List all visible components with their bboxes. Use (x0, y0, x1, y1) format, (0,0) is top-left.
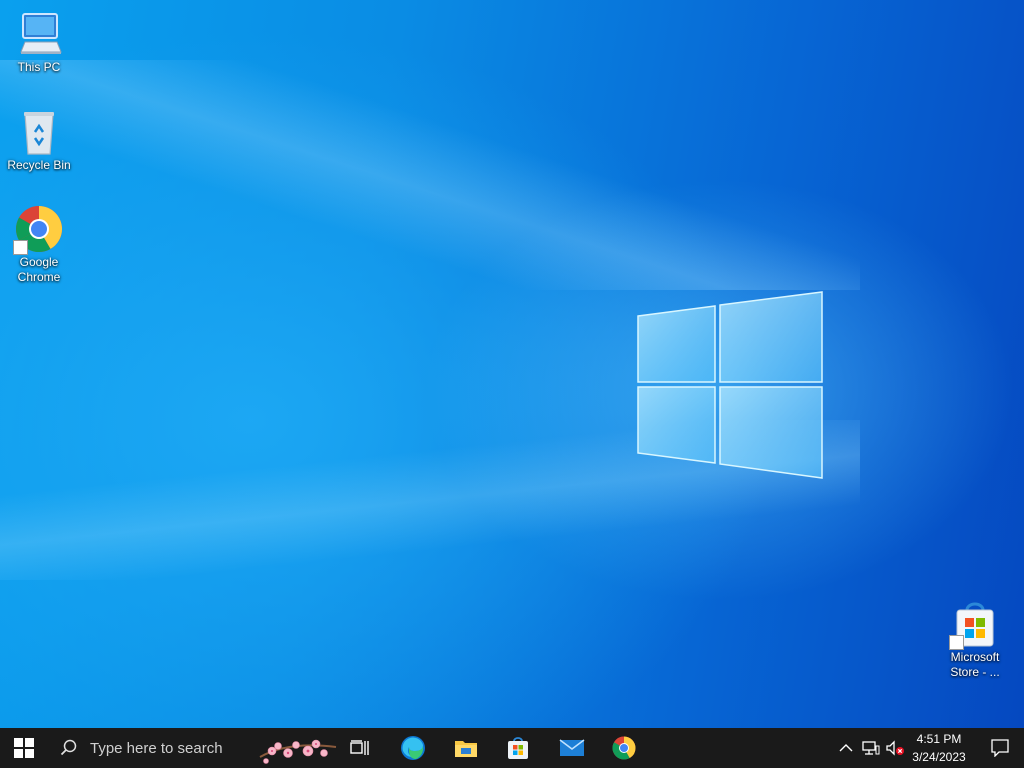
action-center-button[interactable] (980, 728, 1020, 768)
windows-logo-wallpaper (637, 291, 823, 479)
mail-icon (559, 739, 585, 756)
network-icon (862, 741, 880, 755)
search-highlight-button[interactable] (256, 728, 340, 768)
clock-date: 3/24/2023 (912, 750, 966, 764)
store-icon (949, 600, 999, 650)
cherry-blossom-icon (259, 739, 337, 764)
taskbar-clock[interactable]: 4:51 PM 3/24/2023 (900, 730, 978, 766)
desktop-icon-microsoft-store[interactable]: Microsoft Store - ... (937, 600, 1013, 680)
network-button[interactable] (860, 728, 882, 768)
chrome-icon (13, 205, 63, 255)
taskbar-app-chrome[interactable] (604, 728, 644, 768)
task-view-button[interactable] (344, 728, 376, 768)
taskbar-app-file-explorer[interactable] (446, 728, 486, 768)
chrome-icon (612, 736, 636, 760)
search-icon (60, 739, 77, 756)
search-placeholder: Type here to search (90, 739, 223, 757)
file-explorer-icon (455, 741, 477, 757)
clock-time: 4:51 PM (916, 732, 962, 746)
desktop-icon-recycle-bin[interactable]: Recycle Bin (1, 108, 77, 173)
desktop-icon-label: Google Chrome (17, 255, 61, 284)
desktop-icon-google-chrome[interactable]: Google Chrome (1, 205, 77, 285)
recycle-bin-icon (15, 108, 63, 156)
show-hidden-icons-button[interactable] (836, 728, 856, 768)
shortcut-arrow-icon (949, 635, 964, 650)
desktop-icon-label: Microsoft Store - ... (950, 650, 1000, 679)
light-beam (0, 60, 860, 290)
desktop[interactable]: This PC Recycle Bin Google Chrome Micros… (0, 0, 1024, 728)
taskbar-app-mail[interactable] (552, 728, 592, 768)
start-button[interactable] (0, 728, 48, 768)
task-view-icon (350, 740, 369, 755)
desktop-icon-label: Recycle Bin (7, 158, 71, 172)
taskbar: Type here to search 4:51 PM 3/24/2023 (0, 728, 1024, 768)
chevron-up-icon (839, 744, 853, 752)
desktop-icon-this-pc[interactable]: This PC (1, 10, 77, 75)
store-icon (508, 737, 528, 759)
notification-icon (991, 739, 1009, 757)
taskbar-app-store[interactable] (498, 728, 538, 768)
desktop-icon-label: This PC (17, 60, 61, 74)
shortcut-arrow-icon (13, 240, 28, 255)
taskbar-app-edge[interactable] (393, 728, 433, 768)
taskbar-search-box[interactable]: Type here to search (48, 728, 248, 768)
computer-icon (15, 10, 63, 58)
edge-icon (401, 736, 425, 760)
windows-start-icon (14, 738, 34, 758)
